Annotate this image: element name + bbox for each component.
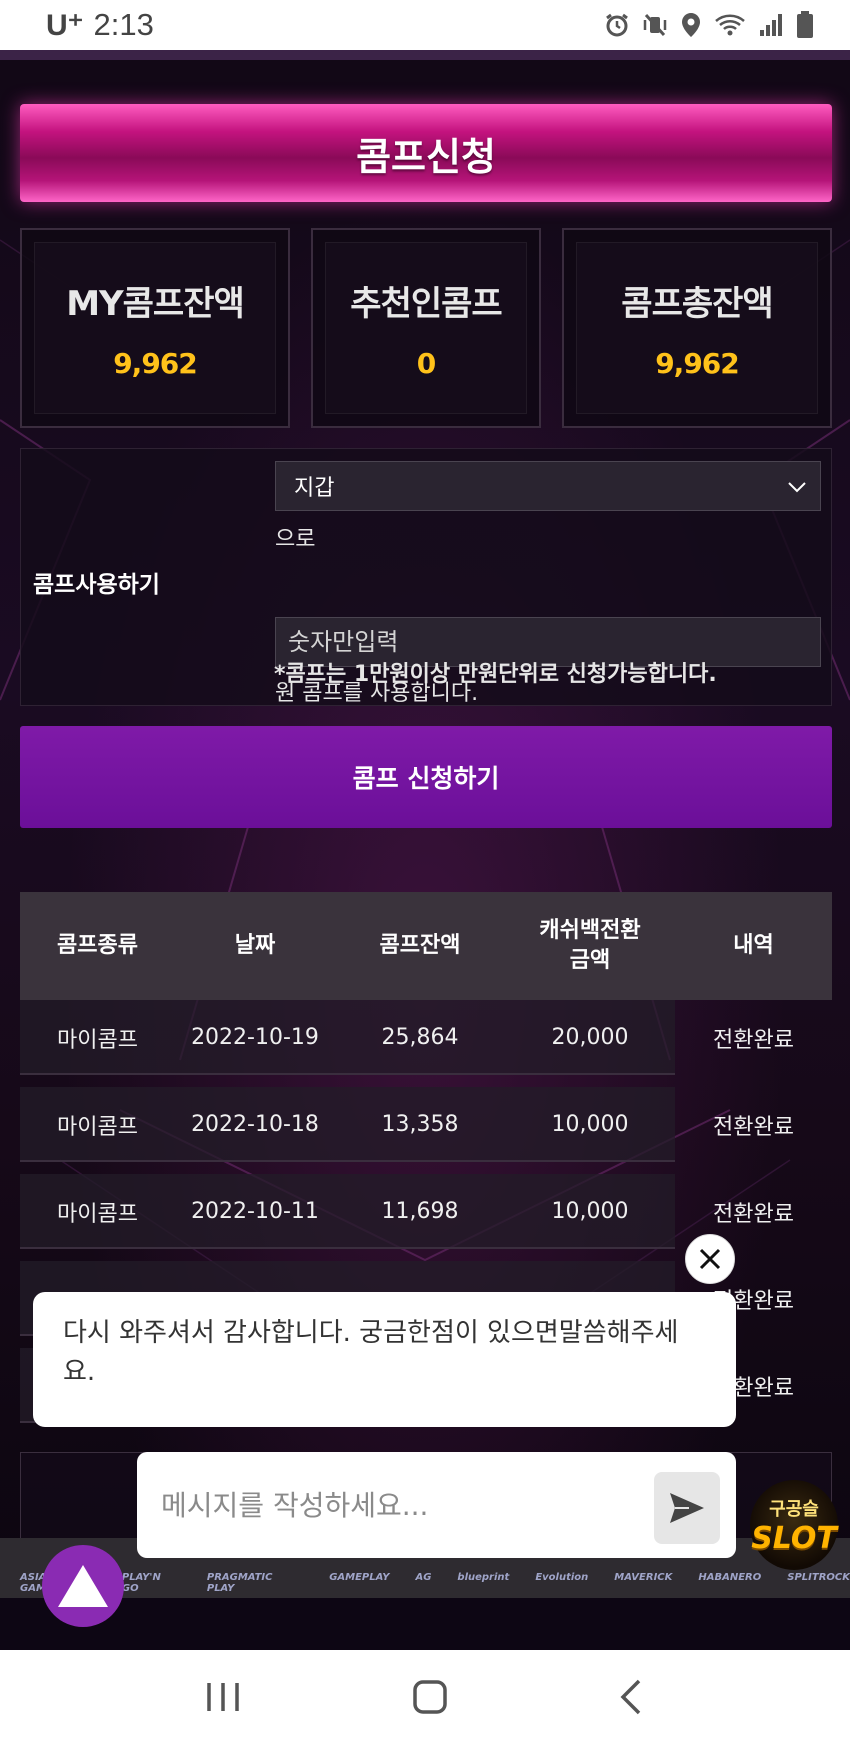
provider-logo: AG	[415, 1572, 432, 1583]
cell: 20,000	[551, 1025, 629, 1050]
cell: 2022-10-18	[191, 1112, 319, 1137]
table-header: 콤프종류 날짜 콤프잔액 캐쉬백전환 금액 내역	[20, 892, 832, 1000]
back-button[interactable]	[617, 1677, 647, 1721]
home-icon	[413, 1679, 447, 1714]
provider-logo: PLAY'N GO	[121, 1572, 161, 1594]
notice-text: *콤프는 1만원이상 만원단위로 신청가능합니다.	[274, 662, 717, 687]
cell: 마이콤프	[57, 1027, 138, 1053]
column-header: 날짜	[234, 933, 276, 958]
wallet-select-value: 지갑	[294, 476, 335, 501]
wifi-icon	[714, 12, 746, 38]
close-icon	[699, 1248, 721, 1270]
cell: 마이콤프	[57, 1114, 138, 1140]
cell: 13,358	[381, 1112, 459, 1137]
my-comp-balance-card: MY콤프잔액 9,962	[20, 228, 290, 428]
page-title: 콤프신청	[20, 104, 832, 202]
stat-value: 0	[416, 347, 437, 380]
cell: 2022-10-19	[191, 1025, 319, 1050]
home-button[interactable]	[410, 1677, 450, 1721]
triangle-up-icon	[58, 1565, 108, 1607]
recents-icon	[207, 1682, 240, 1711]
back-icon	[620, 1679, 640, 1714]
brand-logo-top: 구공슬	[769, 1498, 819, 1520]
vibrate-off-icon	[642, 12, 668, 38]
table-row: 마이콤프 2022-10-18 13,358 10,000 전환완료	[20, 1087, 832, 1174]
column-header: 콤프잔액	[379, 933, 461, 958]
wallet-select[interactable]: 지갑	[275, 461, 821, 511]
column-header: 캐쉬백전환 금액	[539, 918, 641, 973]
stat-label: 추천인콤프	[350, 284, 502, 324]
cell: 11,698	[381, 1199, 459, 1224]
provider-logo: SPLITROCK	[787, 1572, 850, 1583]
referral-comp-card: 추천인콤프 0	[311, 228, 541, 428]
table-row: 마이콤프 2022-10-19 25,864 20,000 전환완료	[20, 1000, 832, 1087]
location-icon	[680, 12, 702, 38]
status-bar: U⁺ 2:13	[0, 0, 850, 50]
chat-message-input[interactable]	[161, 1480, 611, 1530]
column-header: 내역	[733, 933, 774, 958]
chat-greeting-text: 다시 와주셔서 감사합니다. 궁금한점이 있으면말씀해주세요.	[63, 1318, 679, 1387]
recent-apps-button[interactable]	[203, 1680, 243, 1718]
cell: 10,000	[551, 1199, 629, 1224]
column-header: 콤프종류	[57, 933, 138, 958]
cell: 10,000	[551, 1112, 629, 1137]
provider-logo: PRAGMATIC PLAY	[206, 1572, 273, 1594]
provider-logo: MAVERICK	[614, 1572, 673, 1583]
cell: 2022-10-11	[191, 1199, 319, 1224]
scroll-top-button[interactable]	[42, 1545, 124, 1627]
android-nav-bar	[0, 1650, 850, 1747]
provider-logo: HABANERO	[698, 1572, 762, 1583]
carrier-label: U⁺	[46, 8, 84, 42]
chevron-down-icon	[786, 476, 808, 504]
cell: 전환완료	[713, 1027, 794, 1053]
clock: 2:13	[93, 7, 154, 42]
provider-logo: GAMEPLAY	[329, 1572, 390, 1583]
cell: 전환완료	[713, 1201, 794, 1227]
stat-value: 9,962	[113, 347, 198, 380]
apply-comp-button[interactable]: 콤프 신청하기	[20, 726, 832, 828]
total-comp-balance-card: 콤프총잔액 9,962	[562, 228, 832, 428]
chat-composer	[137, 1452, 736, 1558]
chat-greeting-bubble: 다시 와주셔서 감사합니다. 궁금한점이 있으면말씀해주세요.	[33, 1292, 736, 1427]
provider-logo: blueprint	[457, 1572, 510, 1583]
signal-icon	[758, 12, 784, 38]
cell: 25,864	[381, 1025, 459, 1050]
cell: 전환완료	[713, 1114, 794, 1140]
stat-label: 콤프총잔액	[621, 284, 773, 324]
comp-use-label: 콤프사용하기	[33, 572, 160, 598]
chat-send-button[interactable]	[654, 1472, 720, 1544]
send-icon	[670, 1493, 704, 1523]
chat-brand-logo[interactable]: 구공슬 SLOT	[750, 1480, 838, 1570]
cell: 마이콤프	[57, 1201, 138, 1227]
provider-logo: Evolution	[535, 1572, 589, 1583]
chat-close-button[interactable]	[685, 1234, 735, 1284]
brand-logo-bottom: SLOT	[751, 1520, 837, 1556]
select-suffix-text: 으로	[275, 527, 316, 552]
stat-value: 9,962	[655, 347, 740, 380]
alarm-icon	[604, 12, 630, 38]
header-strip	[0, 50, 850, 60]
battery-icon	[796, 11, 814, 39]
stat-label: MY콤프잔액	[66, 284, 245, 324]
